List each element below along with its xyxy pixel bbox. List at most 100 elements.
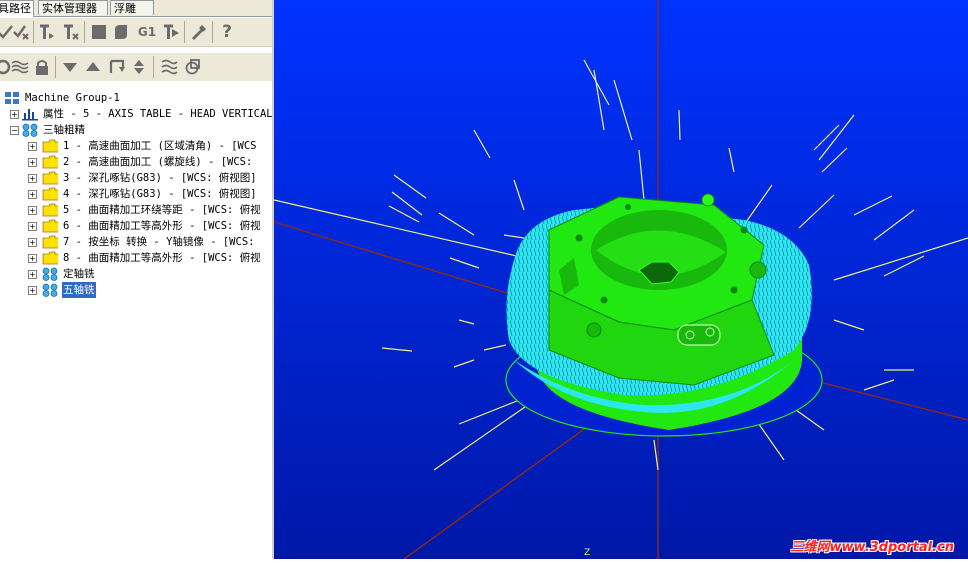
toolpath-tx-icon [64, 24, 79, 40]
tree-op-label: 6 - 曲面精加工等高外形 - [WCS: 俯视 [63, 220, 261, 232]
lock-button[interactable] [110, 21, 132, 43]
toolbar-separator [212, 21, 213, 43]
tree-group-label: 三轴粗精 [43, 124, 85, 136]
operations-tree: Machine Group-1 + 属性 - 5 - AXIS TABLE - … [0, 86, 272, 559]
toolbar-row-2 [0, 53, 272, 81]
tree-group-label-selected: 五轴铣 [62, 282, 96, 298]
tree-op-label: 8 - 曲面精加工等高外形 - [WCS: 俯视 [63, 252, 261, 264]
expand-icon[interactable]: + [28, 190, 37, 199]
tab-toolpaths[interactable]: 具路径 [0, 0, 34, 17]
zigzag-icon [161, 59, 178, 75]
expand-icon[interactable]: + [28, 270, 37, 279]
side-bore [586, 322, 602, 338]
toolbar-separator [55, 56, 56, 78]
insert-icon [109, 59, 125, 73]
move-up-button[interactable] [82, 56, 104, 78]
toolbar-separator [153, 56, 154, 78]
lock-ops-button[interactable] [31, 56, 53, 78]
folder-icon [42, 235, 58, 249]
lock-icon [36, 60, 48, 75]
help-button[interactable]: ? [216, 21, 238, 43]
stop-icon [92, 25, 106, 39]
axis-label-z: Z [584, 548, 591, 558]
tree-group-label: 定轴铣 [63, 268, 95, 280]
gcode-post-icon [164, 24, 179, 39]
move-down-icon [63, 63, 77, 72]
toolpath-group-icon [22, 123, 38, 137]
g1-button[interactable]: G1 [134, 21, 160, 43]
folder-icon [42, 187, 58, 201]
bolt-hole [730, 286, 738, 294]
tree-op-label: 3 - 深孔啄钻(G83) - [WCS: 俯视图] [63, 172, 257, 184]
toolbar-separator [184, 21, 185, 43]
reorder-icon [134, 60, 144, 74]
viewport-canvas[interactable] [273, 0, 968, 560]
toolpath-group-icon [42, 283, 58, 297]
expand-icon[interactable]: + [28, 222, 37, 231]
toolpath-button[interactable] [36, 21, 58, 43]
panel-tabs: 具路径 实体管理器 浮雕 [0, 0, 272, 17]
collapse-icon[interactable]: − [10, 126, 19, 135]
tree-op-label: 4 - 深孔啄钻(G83) - [WCS: 俯视图] [63, 188, 257, 200]
boss-feature [701, 193, 715, 207]
toolpath-clear-button[interactable] [60, 21, 82, 43]
tab-relief[interactable]: 浮雕 [110, 0, 154, 15]
operations-manager-panel: 具路径 实体管理器 浮雕 G1 ? Machine Group-1 + 属性 -… [0, 0, 272, 559]
slot-feature [677, 324, 721, 346]
watermark: 三维网www.3dportal.cn [790, 540, 954, 555]
tree-op-label: 1 - 高速曲面加工 (区域清角) - [WCS [63, 140, 257, 152]
folder-icon [42, 251, 58, 265]
bolt-hole [740, 226, 748, 234]
folder-icon [42, 203, 58, 217]
toolpath-t-icon [40, 24, 54, 39]
graphics-viewport[interactable]: Z 三维网www.3dportal.cn [273, 0, 968, 560]
verify-selected-button[interactable] [10, 21, 32, 43]
help-icon: ? [222, 22, 232, 42]
lock-icon [115, 25, 127, 39]
properties-icon [22, 109, 38, 121]
insert-arrow-button[interactable] [106, 56, 128, 78]
bolt-hole [625, 204, 631, 210]
toolpath-group-icon [42, 267, 58, 281]
wave-icon [11, 60, 29, 74]
stop-button[interactable] [88, 21, 110, 43]
toolbar-separator [33, 21, 34, 43]
folder-icon [42, 219, 58, 233]
toolbar-separator [84, 21, 85, 43]
tree-op-label: 5 - 曲面精加工环绕等距 - [WCS: 俯视 [63, 204, 261, 216]
reorder-button[interactable] [128, 56, 150, 78]
regenerate-button[interactable] [182, 56, 204, 78]
tree-op-label: 2 - 高速曲面加工 (螺旋线) - [WCS: [63, 156, 253, 168]
wand-icon [191, 25, 206, 41]
expand-icon[interactable]: + [28, 286, 37, 295]
expand-icon[interactable]: + [28, 238, 37, 247]
tree-op-label: 7 - 按坐标 转换 - Y轴镜像 - [WCS: [63, 236, 255, 248]
g1-icon: G1 [137, 25, 157, 39]
folder-icon [42, 155, 58, 169]
bolt-hole [600, 296, 608, 304]
wand-button[interactable] [188, 21, 210, 43]
expand-icon[interactable]: + [28, 158, 37, 167]
tree-root-label: Machine Group-1 [25, 92, 120, 104]
bolt-hole [575, 234, 583, 242]
expand-icon[interactable]: + [28, 206, 37, 215]
expand-icon[interactable]: + [10, 110, 19, 119]
toolbar-row-1: G1 ? [0, 18, 272, 47]
expand-icon[interactable]: + [28, 142, 37, 151]
post-button[interactable] [160, 21, 182, 43]
workpiece-model[interactable] [505, 193, 823, 437]
tab-solids-manager[interactable]: 实体管理器 [38, 0, 108, 15]
move-up-icon [86, 62, 100, 71]
expand-icon[interactable]: + [28, 174, 37, 183]
zigzag-button[interactable] [158, 56, 180, 78]
expand-icon[interactable]: + [28, 254, 37, 263]
tree-item-label: 属性 - 5 - AXIS TABLE - HEAD VERTICAL [43, 108, 272, 120]
wave-button[interactable] [9, 56, 31, 78]
machine-group-icon [5, 92, 19, 104]
verify-icon [13, 25, 29, 40]
move-down-button[interactable] [59, 56, 81, 78]
side-bore [749, 261, 767, 279]
folder-icon [42, 139, 58, 153]
folder-icon [42, 171, 58, 185]
regen-icon [185, 59, 200, 75]
